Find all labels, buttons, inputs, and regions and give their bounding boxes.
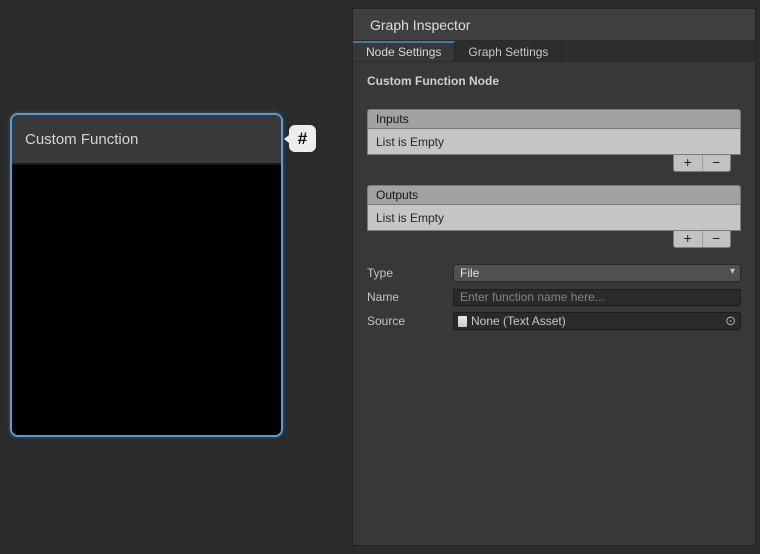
outputs-list: Outputs List is Empty + −	[367, 185, 741, 248]
node-title: Custom Function	[25, 131, 138, 148]
inspector-tabbar: Node Settings Graph Settings	[353, 41, 755, 62]
custom-function-node[interactable]: Custom Function	[10, 113, 283, 437]
inspector-title: Graph Inspector	[370, 17, 470, 33]
property-rows: Type File ▾ Name Source None (Text Asset…	[367, 262, 741, 332]
inputs-remove-button[interactable]: −	[702, 155, 731, 171]
graph-inspector-panel: Graph Inspector Node Settings Graph Sett…	[352, 8, 756, 546]
outputs-list-footer: + −	[673, 231, 731, 248]
graph-canvas[interactable]: Custom Function #	[0, 0, 352, 554]
outputs-add-button[interactable]: +	[674, 231, 702, 247]
node-body	[12, 165, 281, 437]
inputs-list-header: Inputs	[367, 109, 741, 128]
type-row: Type File ▾	[367, 262, 741, 284]
source-label: Source	[367, 314, 453, 328]
hash-badge[interactable]: #	[289, 125, 316, 152]
inspector-content: Custom Function Node Inputs List is Empt…	[353, 62, 755, 332]
source-object-value: None (Text Asset)	[471, 314, 566, 328]
outputs-list-empty-row: List is Empty	[367, 204, 741, 231]
type-label: Type	[367, 266, 453, 280]
tab-node-settings[interactable]: Node Settings	[353, 41, 455, 61]
node-header: Custom Function	[12, 115, 281, 165]
outputs-remove-button[interactable]: −	[702, 231, 731, 247]
source-object-field[interactable]: None (Text Asset) ⊙	[453, 312, 741, 330]
source-row: Source None (Text Asset) ⊙	[367, 310, 741, 332]
inputs-list-empty-row: List is Empty	[367, 128, 741, 155]
outputs-list-header: Outputs	[367, 185, 741, 204]
type-dropdown-value: File	[460, 266, 479, 280]
inspector-title-bar[interactable]: Graph Inspector	[353, 9, 755, 41]
chevron-down-icon: ▾	[730, 266, 735, 277]
name-input[interactable]	[453, 289, 741, 306]
type-dropdown[interactable]: File ▾	[453, 264, 741, 282]
text-asset-icon	[458, 316, 467, 327]
hash-icon: #	[298, 129, 307, 149]
inputs-list-footer: + −	[673, 155, 731, 172]
object-picker-icon[interactable]: ⊙	[723, 313, 738, 329]
inputs-list: Inputs List is Empty + −	[367, 109, 741, 172]
inputs-add-button[interactable]: +	[674, 155, 702, 171]
tab-graph-settings[interactable]: Graph Settings	[455, 41, 562, 61]
section-heading: Custom Function Node	[367, 74, 741, 88]
name-row: Name	[367, 286, 741, 308]
name-label: Name	[367, 290, 453, 304]
